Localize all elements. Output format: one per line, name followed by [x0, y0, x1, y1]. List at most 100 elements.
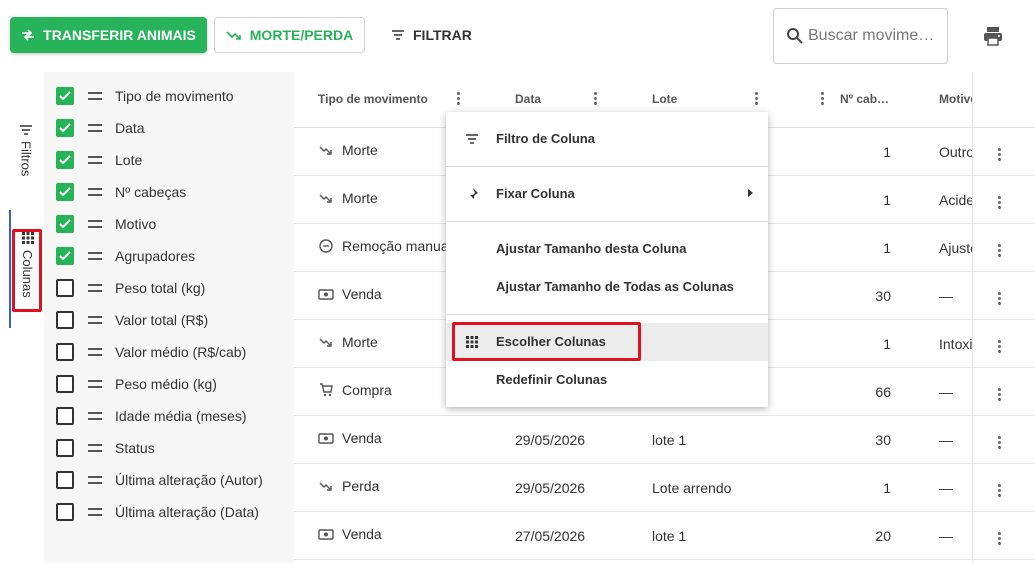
checkbox-unchecked[interactable] [56, 311, 74, 329]
cell-tipo: Remoção manual [318, 238, 452, 254]
row-menu-icon[interactable] [998, 388, 1002, 402]
header-menu-icon[interactable] [821, 92, 825, 106]
column-toggle-item[interactable]: Agrupadores [56, 240, 195, 272]
column-toggle-item[interactable]: Valor total (R$) [56, 304, 208, 336]
header-menu-icon[interactable] [594, 92, 598, 106]
row-menu-icon[interactable] [998, 148, 1002, 162]
drag-handle-icon[interactable] [88, 188, 102, 196]
header-menu-icon[interactable] [755, 92, 759, 106]
menu-item-label: Redefinir Colunas [496, 372, 608, 387]
column-toggle-item[interactable]: Idade média (meses) [56, 400, 247, 432]
drag-handle-icon[interactable] [88, 92, 102, 100]
row-menu-icon[interactable] [998, 484, 1002, 498]
checkbox-unchecked[interactable] [56, 279, 74, 297]
header-lote[interactable]: Lote [652, 92, 677, 106]
cell-cabecas: 1 [883, 192, 891, 208]
drag-handle-icon[interactable] [88, 220, 102, 228]
row-menu-icon[interactable] [998, 244, 1002, 258]
print-icon[interactable] [982, 25, 1004, 47]
checkbox-checked[interactable] [56, 87, 74, 105]
drag-handle-icon[interactable] [88, 124, 102, 132]
menu-item-column-filter[interactable]: Filtro de Coluna [446, 120, 768, 158]
cell-motivo: Ajuste [939, 240, 972, 256]
checkbox-checked[interactable] [56, 215, 74, 233]
header-menu-icon[interactable] [457, 92, 461, 106]
cell-lote: lote 1 [652, 528, 687, 544]
cart-icon [318, 382, 334, 398]
drag-handle-icon[interactable] [88, 156, 102, 164]
checkbox-unchecked[interactable] [56, 471, 74, 489]
cash-icon [318, 430, 334, 446]
menu-item-autosize-all[interactable]: Ajustar Tamanho de Todas as Colunas [446, 268, 768, 306]
trend-down-icon [318, 478, 334, 494]
cell-motivo: — [939, 480, 953, 496]
table-row[interactable]: Perda 29/05/2026 Lote arrendo 1 — [294, 464, 1035, 512]
checkbox-unchecked[interactable] [56, 407, 74, 425]
drag-handle-icon[interactable] [88, 508, 102, 516]
search-input[interactable]: Buscar movime… [773, 8, 948, 64]
row-menu-icon[interactable] [998, 196, 1002, 210]
row-menu-icon[interactable] [998, 532, 1002, 546]
column-toggle-item[interactable]: Nº cabeças [56, 176, 186, 208]
drag-handle-icon[interactable] [88, 284, 102, 292]
drag-handle-icon[interactable] [88, 252, 102, 260]
checkbox-unchecked[interactable] [56, 503, 74, 521]
check-icon [59, 187, 71, 197]
row-menu-icon[interactable] [998, 292, 1002, 306]
checkbox-checked[interactable] [56, 151, 74, 169]
header-data[interactable]: Data [515, 92, 541, 106]
checkbox-unchecked[interactable] [56, 375, 74, 393]
drag-handle-icon[interactable] [88, 476, 102, 484]
column-toggle-item[interactable]: Data [56, 112, 145, 144]
tab-filters[interactable]: Filtros [14, 125, 38, 191]
checkbox-unchecked[interactable] [56, 439, 74, 457]
column-toggle-label: Idade média (meses) [115, 408, 247, 424]
checkbox-checked[interactable] [56, 183, 74, 201]
column-toggle-item[interactable]: Última alteração (Autor) [56, 464, 263, 496]
menu-item-label: Fixar Coluna [496, 186, 575, 201]
menu-item-pin-column[interactable]: Fixar Coluna [446, 175, 768, 213]
drag-handle-icon[interactable] [88, 444, 102, 452]
column-toggle-label: Peso total (kg) [115, 280, 206, 296]
filter-icon [464, 131, 480, 147]
table-row[interactable]: Venda 29/05/2026 lote 1 30 — [294, 416, 1035, 464]
checkbox-checked[interactable] [56, 247, 74, 265]
drag-handle-icon[interactable] [88, 316, 102, 324]
column-toggle-item[interactable]: Status [56, 432, 155, 464]
column-toggle-item[interactable]: Peso total (kg) [56, 272, 205, 304]
drag-handle-icon[interactable] [88, 412, 102, 420]
header-cabecas[interactable]: Nº cab… [840, 92, 889, 106]
cell-motivo: — [939, 288, 953, 304]
cell-tipo: Venda [318, 286, 382, 302]
cell-tipo-text: Venda [342, 526, 382, 542]
column-toggle-label: Tipo de movimento [115, 88, 234, 104]
menu-item-autosize-column[interactable]: Ajustar Tamanho desta Coluna [446, 230, 768, 268]
checkbox-checked[interactable] [56, 119, 74, 137]
filter-icon [20, 125, 32, 135]
drag-handle-icon[interactable] [88, 380, 102, 388]
menu-item-reset-columns[interactable]: Redefinir Colunas [446, 361, 768, 399]
column-toggle-item[interactable]: Valor médio (R$/cab) [56, 336, 246, 368]
column-toggle-item[interactable]: Lote [56, 144, 142, 176]
pinned-column-divider [972, 72, 973, 563]
tab-filters-label: Filtros [18, 141, 34, 177]
row-menu-icon[interactable] [998, 436, 1002, 450]
column-toggle-label: Última alteração (Autor) [115, 472, 263, 488]
death-loss-button[interactable]: MORTE/PERDA [214, 17, 365, 53]
header-tipo[interactable]: Tipo de movimento [318, 92, 428, 106]
column-toggle-item[interactable]: Tipo de movimento [56, 80, 234, 112]
row-menu-icon[interactable] [998, 340, 1002, 354]
column-toggle-item[interactable]: Motivo [56, 208, 156, 240]
transfer-animals-button[interactable]: TRANSFERIR ANIMAIS [10, 17, 207, 53]
header-motivo[interactable]: Motivo [939, 92, 972, 106]
checkbox-unchecked[interactable] [56, 343, 74, 361]
drag-handle-icon[interactable] [88, 348, 102, 356]
transfer-animals-label: TRANSFERIR ANIMAIS [43, 27, 196, 43]
column-toggle-item[interactable]: Peso médio (kg) [56, 368, 217, 400]
cell-cabecas: 1 [883, 480, 891, 496]
cell-tipo: Morte [318, 190, 378, 206]
column-toggle-item[interactable]: Última alteração (Data) [56, 496, 259, 528]
cell-data: 29/05/2026 [515, 480, 586, 496]
table-row[interactable]: Venda 27/05/2026 lote 1 20 — [294, 512, 1035, 560]
filter-button[interactable]: FILTRAR [385, 17, 478, 53]
